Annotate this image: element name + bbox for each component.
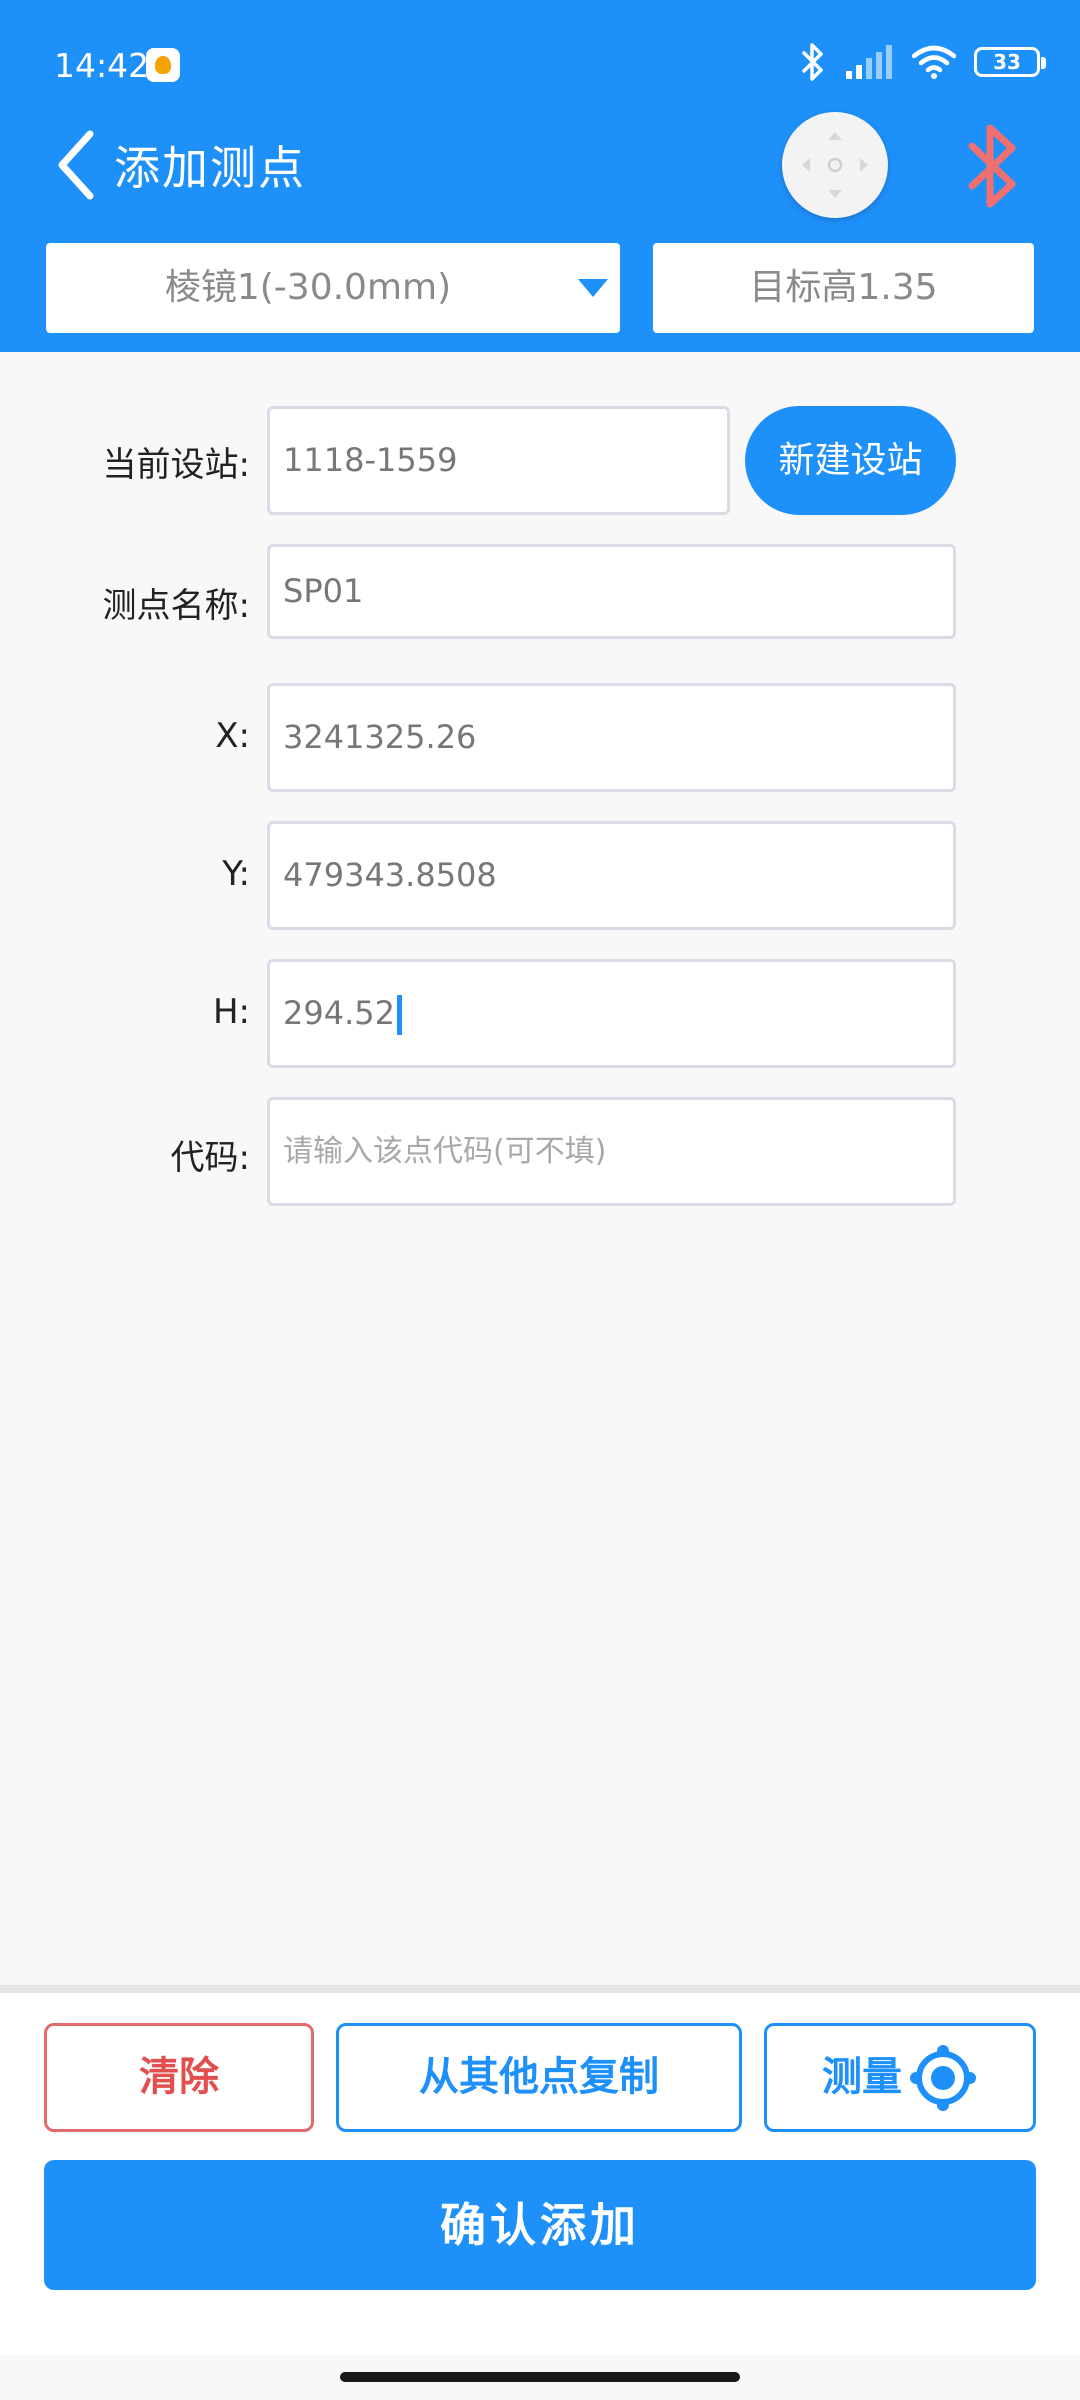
notification-app-icon xyxy=(146,48,180,82)
target-height-field[interactable]: 目标高1.35 xyxy=(653,243,1034,333)
signal-icon xyxy=(846,45,892,79)
measure-label: 测量 xyxy=(822,2054,902,2100)
code-label: 代码: xyxy=(170,1138,250,1178)
measure-button[interactable]: 测量 xyxy=(764,2023,1036,2132)
h-elevation-field[interactable]: 294.52 xyxy=(267,959,956,1068)
x-coordinate-field[interactable]: 3241325.26 xyxy=(267,683,956,792)
status-time: 14:42 xyxy=(54,46,150,85)
code-field[interactable]: 请输入该点代码(可不填) xyxy=(267,1097,956,1206)
bluetooth-status-icon[interactable] xyxy=(966,124,1020,208)
page-title: 添加测点 xyxy=(114,141,306,195)
station-field[interactable]: 1118-1559 xyxy=(267,406,730,515)
app-header: 14:42 33 添加测点 棱镜1(-30.0mm) 目标高1.35 xyxy=(0,0,1080,352)
target-crosshair-icon xyxy=(910,2044,976,2111)
prism-dropdown-value: 棱镜1(-30.0mm) xyxy=(164,267,452,308)
point-name-field[interactable]: SP01 xyxy=(267,544,956,639)
clear-button[interactable]: 清除 xyxy=(44,2023,314,2132)
y-label: Y: xyxy=(222,854,250,894)
battery-icon: 33 xyxy=(974,47,1046,77)
x-label: X: xyxy=(215,716,250,756)
direction-pad-icon xyxy=(802,132,868,198)
back-arrow-icon[interactable] xyxy=(52,128,102,202)
copy-from-point-button[interactable]: 从其他点复制 xyxy=(336,2023,742,2132)
home-indicator[interactable] xyxy=(340,2372,740,2382)
h-value: 294.52 xyxy=(283,994,395,1032)
joystick-control[interactable] xyxy=(782,112,888,218)
caret-down-icon xyxy=(578,279,608,297)
y-coordinate-field[interactable]: 479343.8508 xyxy=(267,821,956,930)
bluetooth-icon xyxy=(802,43,823,81)
new-station-button[interactable]: 新建设站 xyxy=(745,406,956,515)
confirm-add-button[interactable]: 确认添加 xyxy=(44,2160,1036,2290)
h-label: H: xyxy=(212,992,250,1032)
wifi-icon xyxy=(912,45,956,79)
text-cursor xyxy=(396,995,402,1035)
station-label: 当前设站: xyxy=(102,445,250,485)
prism-dropdown[interactable]: 棱镜1(-30.0mm) xyxy=(46,243,620,333)
point-name-label: 测点名称: xyxy=(102,586,250,626)
status-bar: 14:42 33 xyxy=(0,0,1080,130)
footer-divider xyxy=(0,1985,1080,1993)
status-icons: 33 xyxy=(800,42,1046,82)
